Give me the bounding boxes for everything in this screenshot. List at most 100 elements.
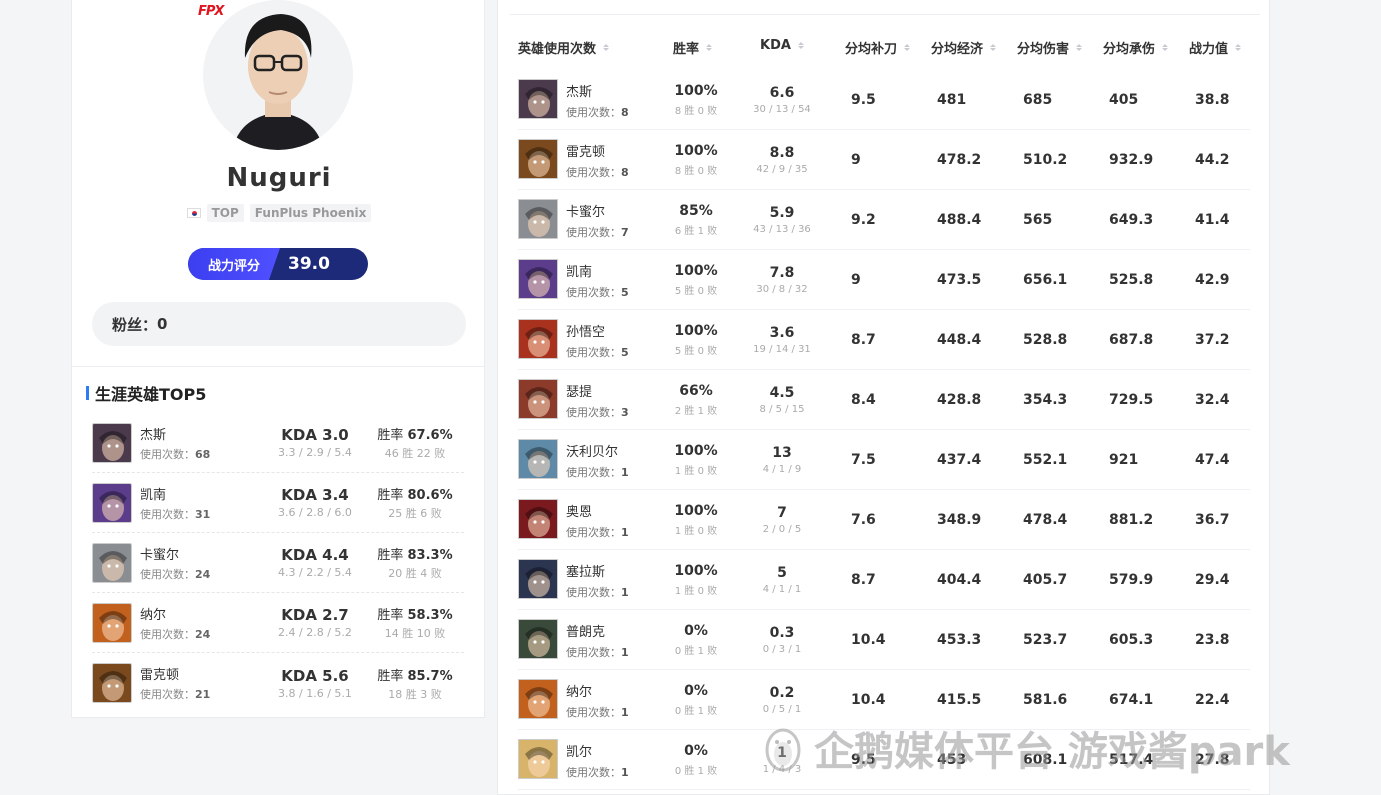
kennen-icon[interactable] <box>92 482 132 523</box>
uses-label: 使用次数： <box>566 705 621 719</box>
power-cell: 41.4 <box>1195 190 1230 250</box>
table-row[interactable]: 孙悟空 使用次数：5 100% 5 胜 0 败 3.6 19 / 14 / 31 8.7 44… <box>518 310 1250 370</box>
winrate-label: 胜率 <box>377 488 404 503</box>
uses-value: 1 <box>621 585 629 599</box>
wukong-icon[interactable] <box>518 319 558 359</box>
damage-taken-cell: 932.9 <box>1109 130 1153 190</box>
hero-uses: 使用次数：3 <box>566 404 666 420</box>
list-item[interactable]: 雷克顿 使用次数：21 KDA 5.6 3.8 / 1.6 / 5.1 胜率 85.7%… <box>92 653 464 713</box>
table-row[interactable]: 沃利贝尔 使用次数：1 100% 1 胜 0 败 13 4 / 1 / 9 7.5 437.4… <box>518 430 1250 490</box>
team-tag[interactable]: FunPlus Phoenix <box>249 204 372 222</box>
gnar-icon[interactable] <box>92 602 132 643</box>
header-label: 战力值 <box>1189 42 1229 57</box>
power-value: 42.9 <box>1195 272 1230 288</box>
sort-icon[interactable] <box>603 44 610 51</box>
gangplank-icon[interactable] <box>518 619 558 659</box>
table-row[interactable]: 塞拉斯 使用次数：1 100% 1 胜 0 败 5 4 / 1 / 1 8.7 404.4 40… <box>518 550 1250 610</box>
header-damage-taken[interactable]: 分均承伤 <box>1103 38 1169 57</box>
list-item[interactable]: 纳尔 使用次数：24 KDA 2.7 2.4 / 2.8 / 5.2 胜率 58.3% 1… <box>92 593 464 653</box>
jayce-icon[interactable] <box>518 79 558 119</box>
gnar-icon[interactable] <box>518 679 558 719</box>
cs-value: 8.4 <box>851 392 876 408</box>
cs-cell: 10.4 <box>851 610 886 670</box>
kayle-icon[interactable] <box>518 739 558 779</box>
sort-icon[interactable] <box>797 42 804 49</box>
damage-taken-cell: 649.3 <box>1109 190 1153 250</box>
sort-icon[interactable] <box>904 44 911 51</box>
sort-icon[interactable] <box>1076 44 1083 51</box>
table-row[interactable]: 卡蜜尔 使用次数：7 85% 6 胜 1 败 5.9 43 / 13 / 36 9.2 488… <box>518 190 1250 250</box>
sort-icon[interactable] <box>706 44 713 51</box>
table-row[interactable]: 普朗克 使用次数：1 0% 0 胜 1 败 0.3 0 / 3 / 1 10.4 453.3 5… <box>518 610 1250 670</box>
camille-icon[interactable] <box>518 199 558 239</box>
sett-icon[interactable] <box>518 379 558 419</box>
table-row[interactable]: 瑟提 使用次数：3 66% 2 胜 1 败 4.5 8 / 5 / 15 8.4 428.8 3… <box>518 370 1250 430</box>
header-winrate[interactable]: 胜率 <box>673 38 713 57</box>
uses-label: 使用次数： <box>140 627 195 641</box>
damage-cell: 354.3 <box>1023 370 1067 430</box>
winrate-value: 0% <box>684 683 708 699</box>
header-cs[interactable]: 分均补刀 <box>845 38 911 57</box>
cs-value: 8.7 <box>851 572 876 588</box>
damage-value: 528.8 <box>1023 332 1068 348</box>
header-damage[interactable]: 分均伤害 <box>1017 38 1083 57</box>
table-row[interactable]: 凯尔 使用次数：1 0% 0 胜 1 败11 / 4 / 3 9.5 453 608.1 51… <box>518 730 1250 790</box>
hero-uses: 使用次数：1 <box>566 644 666 660</box>
table-row[interactable]: 奥恩 使用次数：1 100% 1 胜 0 败 7 2 / 0 / 5 7.6 348.9 478… <box>518 490 1250 550</box>
header-power[interactable]: 战力值 <box>1189 38 1242 57</box>
uses-value: 8 <box>621 165 629 179</box>
divider <box>510 14 1260 15</box>
list-item[interactable]: 杰斯 使用次数：68 KDA 3.0 3.3 / 2.9 / 5.4 胜率 67.6% 4… <box>92 413 464 473</box>
renekton-icon[interactable] <box>518 139 558 179</box>
volibear-icon[interactable] <box>518 439 558 479</box>
cs-value: 10.4 <box>851 692 886 708</box>
damage-taken-value: 579.9 <box>1109 572 1154 588</box>
power-score-label: 战力评分 <box>188 248 280 280</box>
uses-label: 使用次数： <box>566 105 621 119</box>
table-row[interactable]: 杰斯 使用次数：8 100% 8 胜 0 败 6.6 30 / 13 / 54 9.5 481… <box>518 70 1250 130</box>
damage-taken-value: 881.2 <box>1109 512 1154 528</box>
winrate-label: 胜率 <box>377 668 404 684</box>
camille-icon[interactable] <box>92 542 132 583</box>
hero-info: 纳尔 使用次数：24 <box>140 604 260 642</box>
winrate-cell: 0% 0 胜 1 败 <box>664 610 728 670</box>
list-item[interactable]: 凯南 使用次数：31 KDA 3.4 3.6 / 2.8 / 6.0 胜率 80.6% 2… <box>92 473 464 533</box>
uses-value: 1 <box>621 465 629 479</box>
table-row[interactable]: 纳尔 使用次数：1 0% 0 胜 1 败 0.2 0 / 5 / 1 10.4 415.5 58… <box>518 670 1250 730</box>
hero-name: 普朗克 <box>566 624 606 640</box>
uses-value: 1 <box>621 525 629 539</box>
hero-info: 凯南 使用次数：31 <box>140 484 260 522</box>
kda-detail: 43 / 13 / 36 <box>753 224 811 235</box>
header-gold[interactable]: 分均经济 <box>931 38 997 57</box>
kda-value: 0.3 <box>769 625 795 641</box>
power-value: 37.2 <box>1195 332 1230 348</box>
header-hero-uses[interactable]: 英雄使用次数 <box>518 38 610 57</box>
win-loss-record: 0 胜 1 败 <box>674 766 718 777</box>
hero-info: 卡蜜尔 使用次数：24 <box>140 544 260 582</box>
kda-value: 5 <box>777 565 787 581</box>
winrate-line: 胜率 58.3% <box>370 604 460 623</box>
uses-value: 5 <box>621 345 629 359</box>
table-row[interactable]: 雷克顿 使用次数：8 100% 8 胜 0 败 8.8 42 / 9 / 35 9 478.2… <box>518 130 1250 190</box>
kda-cell: 3.6 19 / 14 / 31 <box>746 310 818 370</box>
header-kda[interactable]: KDA <box>760 38 804 53</box>
kda-detail: 42 / 9 / 35 <box>756 164 808 175</box>
sylas-icon[interactable] <box>518 559 558 599</box>
damage-cell: 608.1 <box>1023 730 1067 790</box>
list-item[interactable]: 卡蜜尔 使用次数：24 KDA 4.4 4.3 / 2.2 / 5.4 胜率 83.3%… <box>92 533 464 593</box>
damage-value: 608.1 <box>1023 752 1068 768</box>
kennen-icon[interactable] <box>518 259 558 299</box>
power-cell: 27.8 <box>1195 730 1230 790</box>
win-loss-record: 1 胜 0 败 <box>674 526 718 537</box>
table-row[interactable]: 凯南 使用次数：5 100% 5 胜 0 败 7.8 30 / 8 / 32 9 473.5 6… <box>518 250 1250 310</box>
ornn-icon[interactable] <box>518 499 558 539</box>
kda-cell: 13 4 / 1 / 9 <box>746 430 818 490</box>
sort-icon[interactable] <box>1235 44 1242 51</box>
jayce-icon[interactable] <box>92 422 132 463</box>
sort-icon[interactable] <box>990 44 997 51</box>
renekton-icon[interactable] <box>92 663 132 703</box>
gold-value: 453.3 <box>937 632 982 648</box>
sort-icon[interactable] <box>1162 44 1169 51</box>
hero-name: 瑟提 <box>566 384 593 400</box>
winrate-label: 胜率 <box>377 428 404 443</box>
